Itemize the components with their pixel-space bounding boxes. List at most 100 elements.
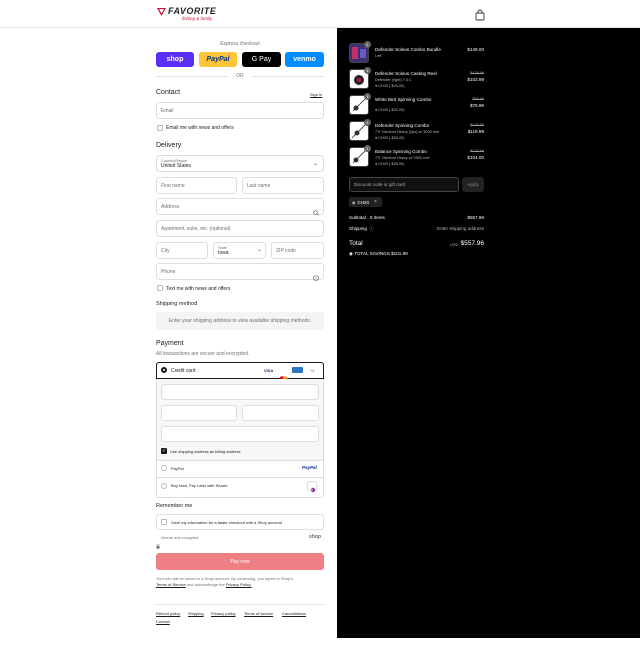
remove-code-icon[interactable]: × bbox=[374, 199, 377, 205]
credit-card-radio[interactable] bbox=[161, 367, 167, 373]
apartment-input[interactable]: Apartment, suite, etc. (optional) bbox=[156, 220, 324, 237]
savings-tag-icon: ◉ bbox=[349, 251, 354, 256]
discount-tag: ● CH20 (-$25.99) bbox=[375, 162, 405, 166]
footer-link-shipping[interactable]: Shipping bbox=[188, 611, 204, 616]
quantity-badge: 1 bbox=[364, 41, 371, 48]
subtotal-label: Subtotal · 5 items bbox=[349, 215, 385, 220]
pay-now-button[interactable]: Pay now bbox=[156, 553, 324, 570]
country-select[interactable]: Country/Region United States bbox=[156, 155, 324, 172]
visa-icon: VISA bbox=[264, 368, 274, 373]
original-price: $149.99 bbox=[470, 123, 484, 127]
subtotal-value: $557.96 bbox=[467, 215, 484, 220]
first-name-input[interactable]: First name bbox=[156, 177, 237, 194]
chevron-down-icon: ⌄ bbox=[313, 161, 319, 167]
product-thumbnail: 1 bbox=[349, 67, 371, 89]
quantity-badge: 1 bbox=[364, 119, 371, 126]
quantity-badge: 1 bbox=[364, 145, 371, 152]
shipping-value: Enter shipping address bbox=[437, 226, 484, 231]
original-price: $99.99 bbox=[472, 97, 484, 101]
privacy-link[interactable]: Privacy Policy. bbox=[226, 582, 252, 587]
legal-text: Your info will be saved to a Shop accoun… bbox=[156, 576, 293, 587]
billing-same-checkbox[interactable]: ✓ bbox=[161, 448, 167, 454]
footer-link-privacy[interactable]: Privacy policy bbox=[211, 611, 235, 616]
save-info-checkbox[interactable] bbox=[161, 519, 167, 525]
shop-pay-button[interactable]: shop bbox=[156, 52, 194, 67]
contact-title: Contact bbox=[156, 89, 181, 96]
paypal-logo-icon: PayPal bbox=[302, 465, 317, 470]
shipping-method-title: Shipping method bbox=[156, 301, 198, 307]
lock-icon bbox=[156, 536, 160, 554]
product-name: Defender Soleus Combo Bundle bbox=[375, 47, 441, 52]
name-on-card-input[interactable] bbox=[161, 426, 319, 442]
security-code-input[interactable] bbox=[242, 405, 319, 421]
secure-label: Secure and encrypted bbox=[161, 536, 199, 540]
discount-code-input[interactable]: Discount code or gift card bbox=[349, 177, 459, 192]
help-icon[interactable]: ? bbox=[313, 268, 319, 286]
footer-divider bbox=[156, 604, 324, 605]
card-number-input[interactable] bbox=[161, 384, 319, 400]
shop-logo-text: shop bbox=[309, 534, 321, 540]
header: FAVORITE fishing & family bbox=[0, 0, 640, 28]
phone-input[interactable]: Phone bbox=[156, 263, 324, 280]
product-price: $119.99 bbox=[467, 129, 484, 134]
product-variant: Defender (right) 7.3:1 bbox=[375, 78, 412, 82]
venmo-button[interactable]: venmo bbox=[285, 52, 324, 67]
city-input[interactable]: City bbox=[156, 242, 208, 259]
quantity-badge: 1 bbox=[364, 93, 371, 100]
apply-discount-button[interactable]: Apply bbox=[462, 177, 484, 192]
mastercard-icon bbox=[279, 368, 288, 381]
shopping-bag-icon[interactable] bbox=[474, 8, 486, 21]
sign-in-link[interactable]: Sign in bbox=[310, 92, 322, 97]
paypal-radio[interactable] bbox=[161, 465, 167, 471]
product-name: White Bird Spinning Combo bbox=[375, 97, 432, 102]
state-chevron-icon: ⌄ bbox=[257, 247, 263, 253]
product-price: $149.00 bbox=[467, 47, 484, 52]
footer-link-terms[interactable]: Terms of service bbox=[244, 611, 273, 616]
last-name-input[interactable]: Last name bbox=[242, 177, 324, 194]
payment-subtitle: All transactions are secure and encrypte… bbox=[156, 351, 250, 357]
tag-icon: ◉ bbox=[352, 199, 356, 205]
product-variant: 7'0" Medium Heavy (2pc) w/ 3000 reel bbox=[375, 130, 440, 134]
product-name: Defender Spinning Combo bbox=[375, 123, 430, 128]
save-info-label: Save my information for a faster checkou… bbox=[171, 520, 282, 525]
credit-card-label: Credit card bbox=[171, 368, 196, 374]
info-icon[interactable]: ⓘ bbox=[369, 226, 374, 232]
delivery-title: Delivery bbox=[156, 142, 182, 149]
original-price: $129.99 bbox=[470, 71, 484, 75]
footer-link-cancellations[interactable]: Cancellations bbox=[282, 611, 306, 616]
footer-link-refund[interactable]: Refund policy bbox=[156, 611, 180, 616]
logo-text: FAVORITE bbox=[168, 6, 217, 16]
total-value: $557.96 bbox=[460, 240, 485, 247]
amex-icon bbox=[292, 367, 303, 373]
product-thumbnail: 1 bbox=[349, 145, 371, 167]
savings-row: ◉ TOTAL SAVINGS $101.99 bbox=[349, 251, 408, 256]
applied-code-chip: ◉ CH20 × bbox=[349, 197, 382, 207]
terms-link[interactable]: Terms of Service bbox=[156, 582, 186, 587]
google-pay-button[interactable]: G Pay bbox=[242, 52, 281, 67]
quantity-badge: 1 bbox=[364, 67, 371, 74]
sms-checkbox[interactable] bbox=[157, 285, 163, 291]
product-thumbnail: 1 bbox=[349, 119, 371, 141]
discount-tag: ● CH20 (-$26.00) bbox=[375, 84, 405, 88]
payment-title: Payment bbox=[156, 340, 184, 347]
email-input[interactable]: Email bbox=[156, 102, 324, 119]
zip-input[interactable]: ZIP code bbox=[271, 242, 324, 259]
expiration-input[interactable] bbox=[161, 405, 237, 421]
remember-me-title: Remember me bbox=[156, 503, 193, 509]
paypal-button[interactable]: PayPal bbox=[199, 52, 237, 67]
product-name: Balance Spinning Combo bbox=[375, 149, 427, 154]
address-input[interactable]: Address bbox=[156, 198, 324, 215]
product-variant: 7'0" Medium Heavy w/ 2000 reel bbox=[375, 156, 430, 160]
newsletter-checkbox[interactable] bbox=[157, 125, 163, 131]
express-checkout-title: Express checkout bbox=[220, 41, 260, 47]
product-name: Defender Soleus Casting Reel bbox=[375, 71, 437, 76]
sezzle-radio[interactable] bbox=[161, 483, 167, 489]
billing-same-label: Use shipping address as billing address bbox=[170, 449, 241, 454]
paypal-option-label: PayPal bbox=[171, 466, 184, 471]
store-logo[interactable]: FAVORITE fishing & family bbox=[156, 5, 226, 23]
product-thumbnail: 1 bbox=[349, 93, 371, 115]
product-thumbnail: 1 bbox=[349, 41, 371, 63]
footer-link-contact[interactable]: Contact bbox=[156, 619, 170, 624]
more-cards-count: +6 bbox=[310, 368, 315, 373]
order-summary bbox=[337, 28, 640, 638]
